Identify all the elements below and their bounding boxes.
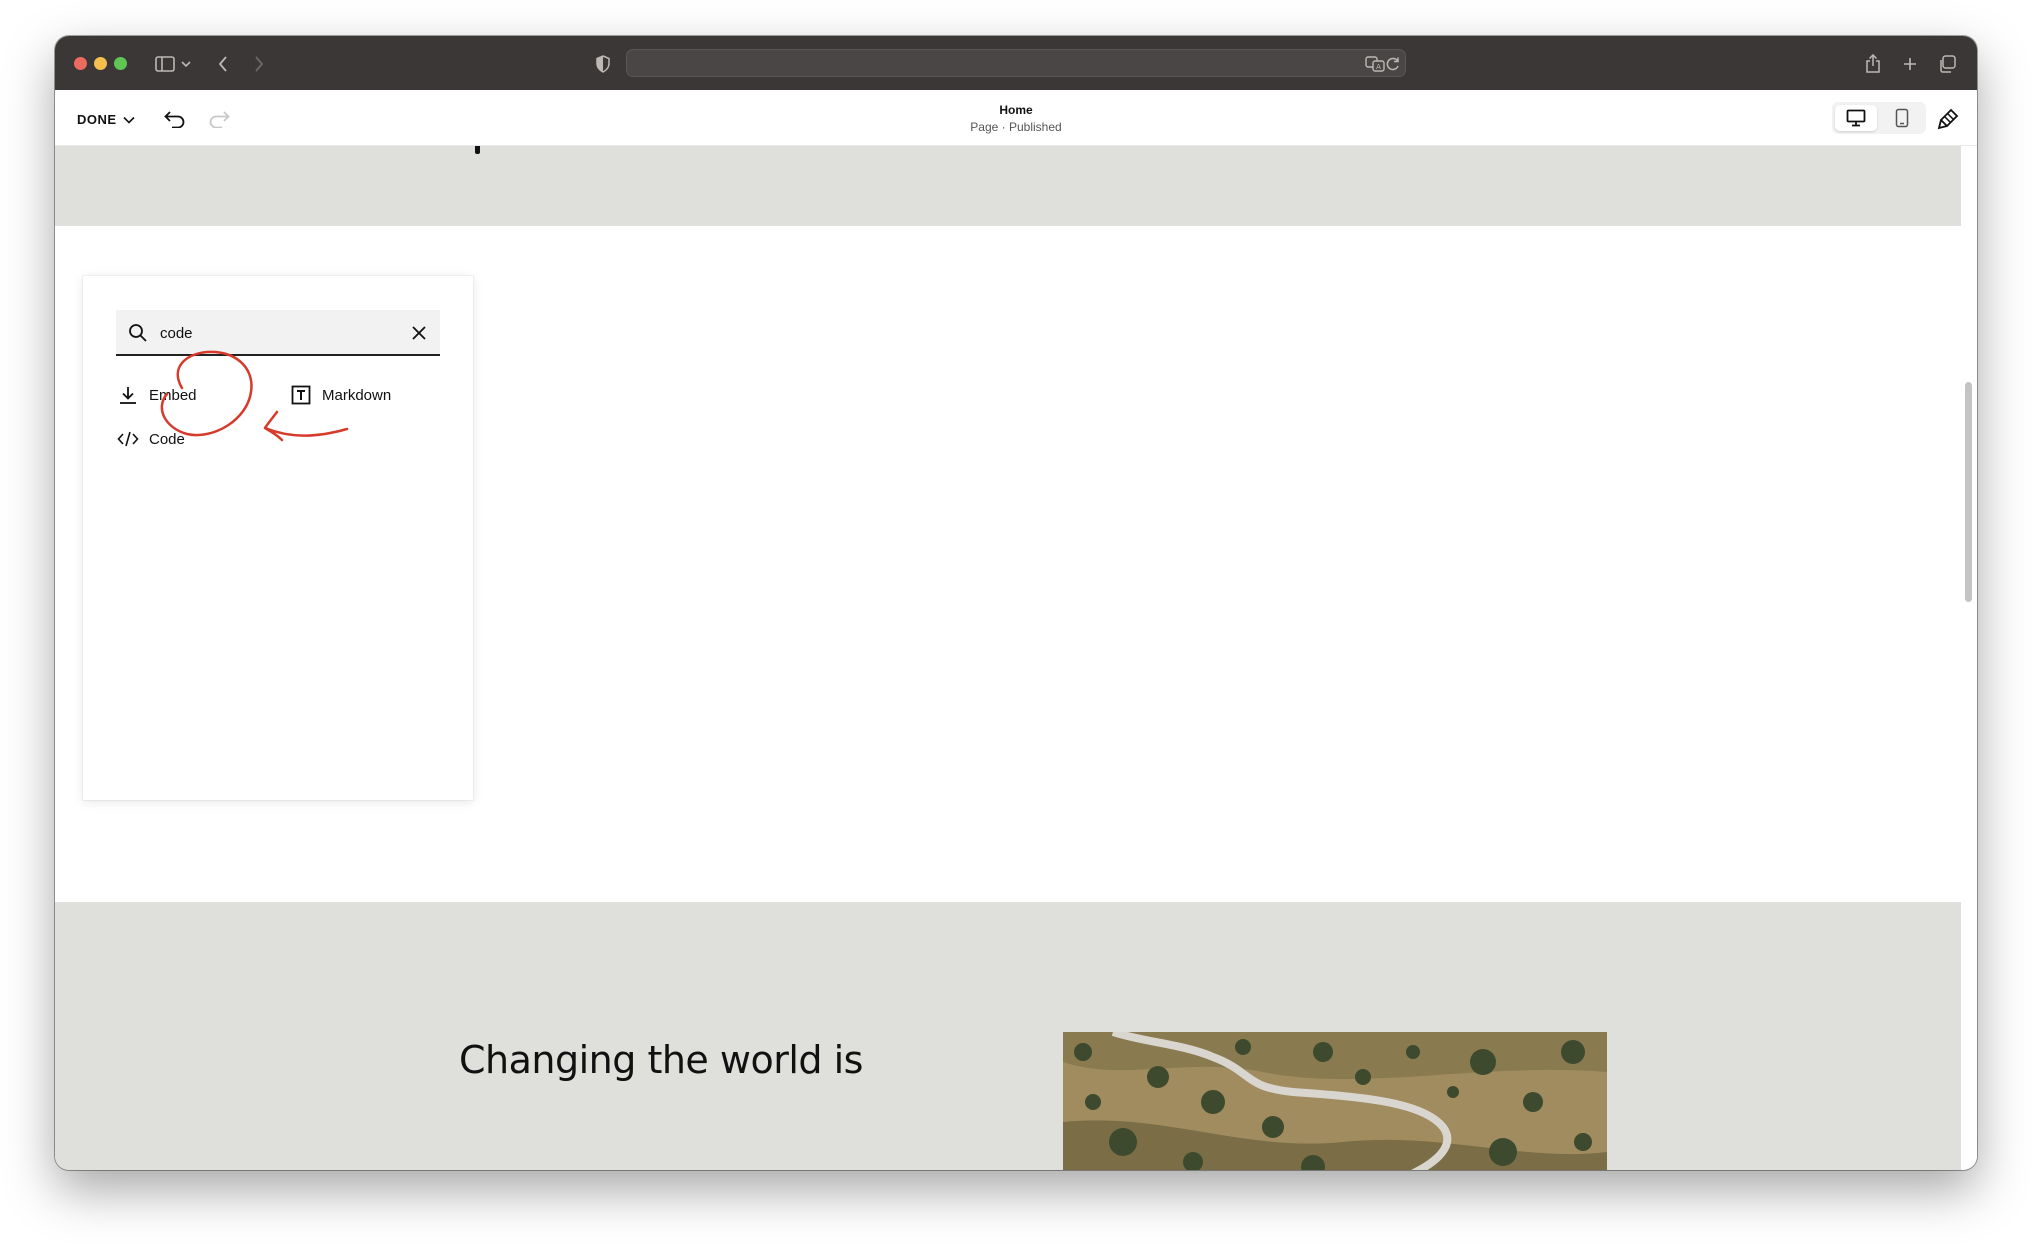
block-picker-panel: Embed Markdown Code bbox=[83, 276, 473, 800]
page-scrollbar-track[interactable] bbox=[1961, 146, 1977, 1170]
device-preview-toggle bbox=[1832, 102, 1926, 134]
page-title: Home bbox=[999, 103, 1033, 117]
editor-toolbar: DONE Home Page · Published bbox=[55, 90, 1977, 146]
desktop-icon bbox=[1846, 109, 1866, 127]
block-option-label: Code bbox=[149, 430, 185, 448]
search-icon bbox=[128, 323, 148, 343]
page-canvas: Changing the world is code Embed Markdow… bbox=[55, 146, 1961, 1170]
translate-icon[interactable]: A bbox=[1365, 54, 1385, 74]
page-status: Page · Published bbox=[970, 120, 1062, 134]
privacy-shield-icon[interactable] bbox=[589, 50, 617, 78]
tab-overview-icon[interactable] bbox=[1933, 50, 1961, 78]
back-icon[interactable] bbox=[209, 50, 237, 78]
sidebar-toggle-icon[interactable] bbox=[152, 50, 178, 78]
download-icon bbox=[117, 384, 139, 406]
section-headline: Changing the world is bbox=[459, 1038, 863, 1082]
svg-text:A: A bbox=[1376, 63, 1381, 71]
block-option-code[interactable]: Code bbox=[117, 426, 185, 452]
code-icon bbox=[117, 428, 139, 450]
browser-window: A DONE Home Page · Published Changing th… bbox=[55, 36, 1977, 1170]
block-option-markdown[interactable]: Markdown bbox=[290, 382, 391, 408]
block-search-input[interactable] bbox=[160, 320, 390, 346]
block-option-label: Embed bbox=[149, 386, 197, 404]
block-option-embed[interactable]: Embed bbox=[117, 382, 197, 408]
browser-titlebar: A bbox=[55, 36, 1977, 90]
site-styles-brush-icon[interactable] bbox=[1934, 105, 1962, 133]
share-icon[interactable] bbox=[1859, 50, 1887, 78]
reload-icon[interactable] bbox=[1383, 54, 1403, 74]
zoom-window-button[interactable] bbox=[114, 57, 127, 70]
markdown-icon bbox=[290, 384, 312, 406]
clear-search-icon[interactable] bbox=[408, 322, 430, 344]
block-option-label: Markdown bbox=[322, 386, 392, 404]
chevron-down-icon[interactable] bbox=[178, 50, 194, 78]
desktop-preview-button[interactable] bbox=[1835, 105, 1877, 131]
landscape-road-image[interactable] bbox=[1063, 1032, 1607, 1170]
new-tab-icon[interactable] bbox=[1896, 50, 1924, 78]
page-scrollbar-thumb[interactable] bbox=[1965, 382, 1972, 602]
address-bar[interactable]: A bbox=[626, 49, 1406, 77]
close-window-button[interactable] bbox=[74, 57, 87, 70]
mobile-icon bbox=[1895, 108, 1909, 128]
block-search-field[interactable] bbox=[116, 310, 440, 356]
mobile-preview-button[interactable] bbox=[1881, 105, 1923, 131]
forward-icon[interactable] bbox=[245, 50, 273, 78]
minimize-window-button[interactable] bbox=[94, 57, 107, 70]
